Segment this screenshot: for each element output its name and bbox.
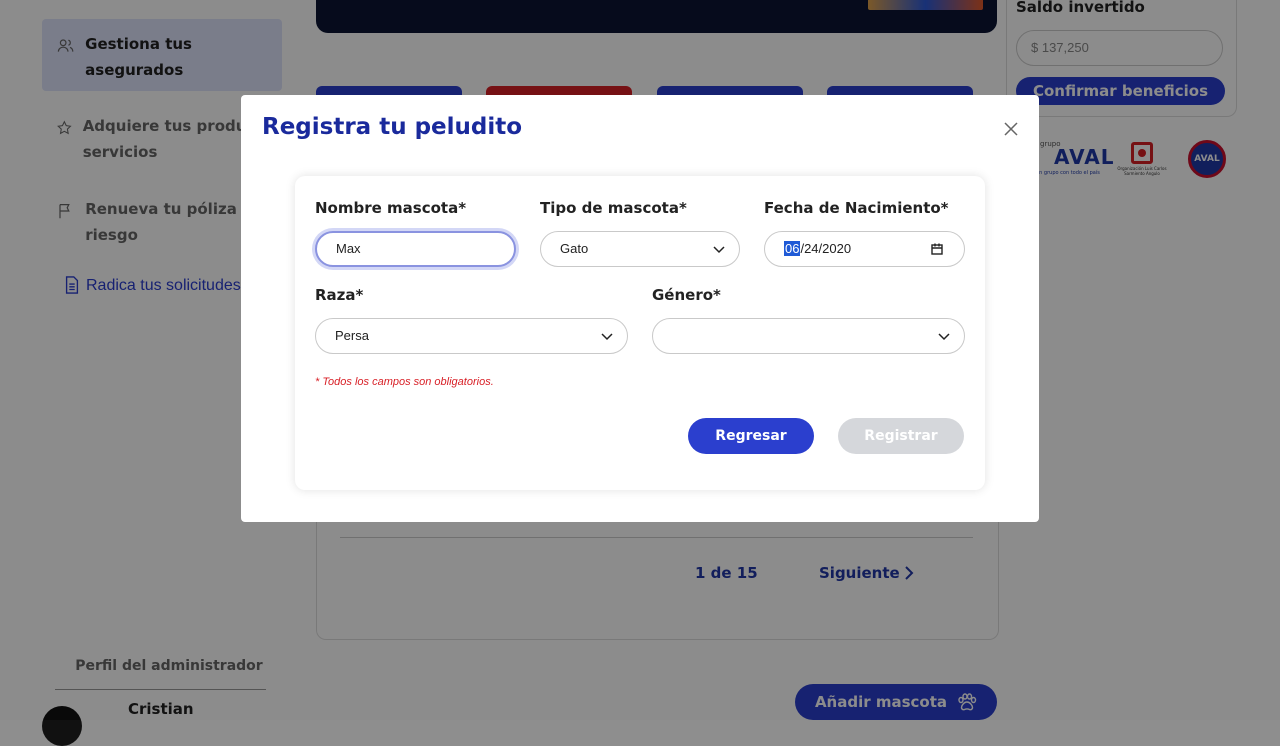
modal-title: Registra tu peludito xyxy=(262,114,523,140)
calendar-icon[interactable] xyxy=(931,243,943,255)
pet-form: Nombre mascota* Max Tipo de mascota* Gat… xyxy=(295,176,985,490)
birth-date-input[interactable]: 06/24/2020 xyxy=(764,231,965,267)
birth-date-rest: /24/2020 xyxy=(800,241,852,256)
chevron-down-icon xyxy=(938,333,950,341)
gender-select[interactable] xyxy=(652,318,965,354)
back-button[interactable]: Regresar xyxy=(688,418,814,454)
register-button[interactable]: Registrar xyxy=(838,418,964,454)
pet-type-label: Tipo de mascota* xyxy=(540,199,687,217)
chevron-down-icon xyxy=(601,333,613,341)
required-fields-note: * Todos los campos son obligatorios. xyxy=(315,376,494,388)
register-pet-modal: Registra tu peludito Nombre mascota* Max… xyxy=(241,95,1039,522)
breed-value: Persa xyxy=(335,328,369,343)
pet-type-value: Gato xyxy=(560,241,589,256)
birth-month-segment: 06 xyxy=(784,241,801,256)
close-icon[interactable] xyxy=(1003,121,1019,137)
pet-type-select[interactable]: Gato xyxy=(540,231,740,267)
pet-name-value: Max xyxy=(336,241,361,256)
pet-name-input[interactable]: Max xyxy=(315,231,516,267)
pet-name-label: Nombre mascota* xyxy=(315,199,467,217)
breed-label: Raza* xyxy=(315,286,364,304)
breed-select[interactable]: Persa xyxy=(315,318,628,354)
birth-date-label: Fecha de Nacimiento* xyxy=(764,199,949,217)
gender-label: Género* xyxy=(652,286,721,304)
chevron-down-icon xyxy=(713,246,725,254)
